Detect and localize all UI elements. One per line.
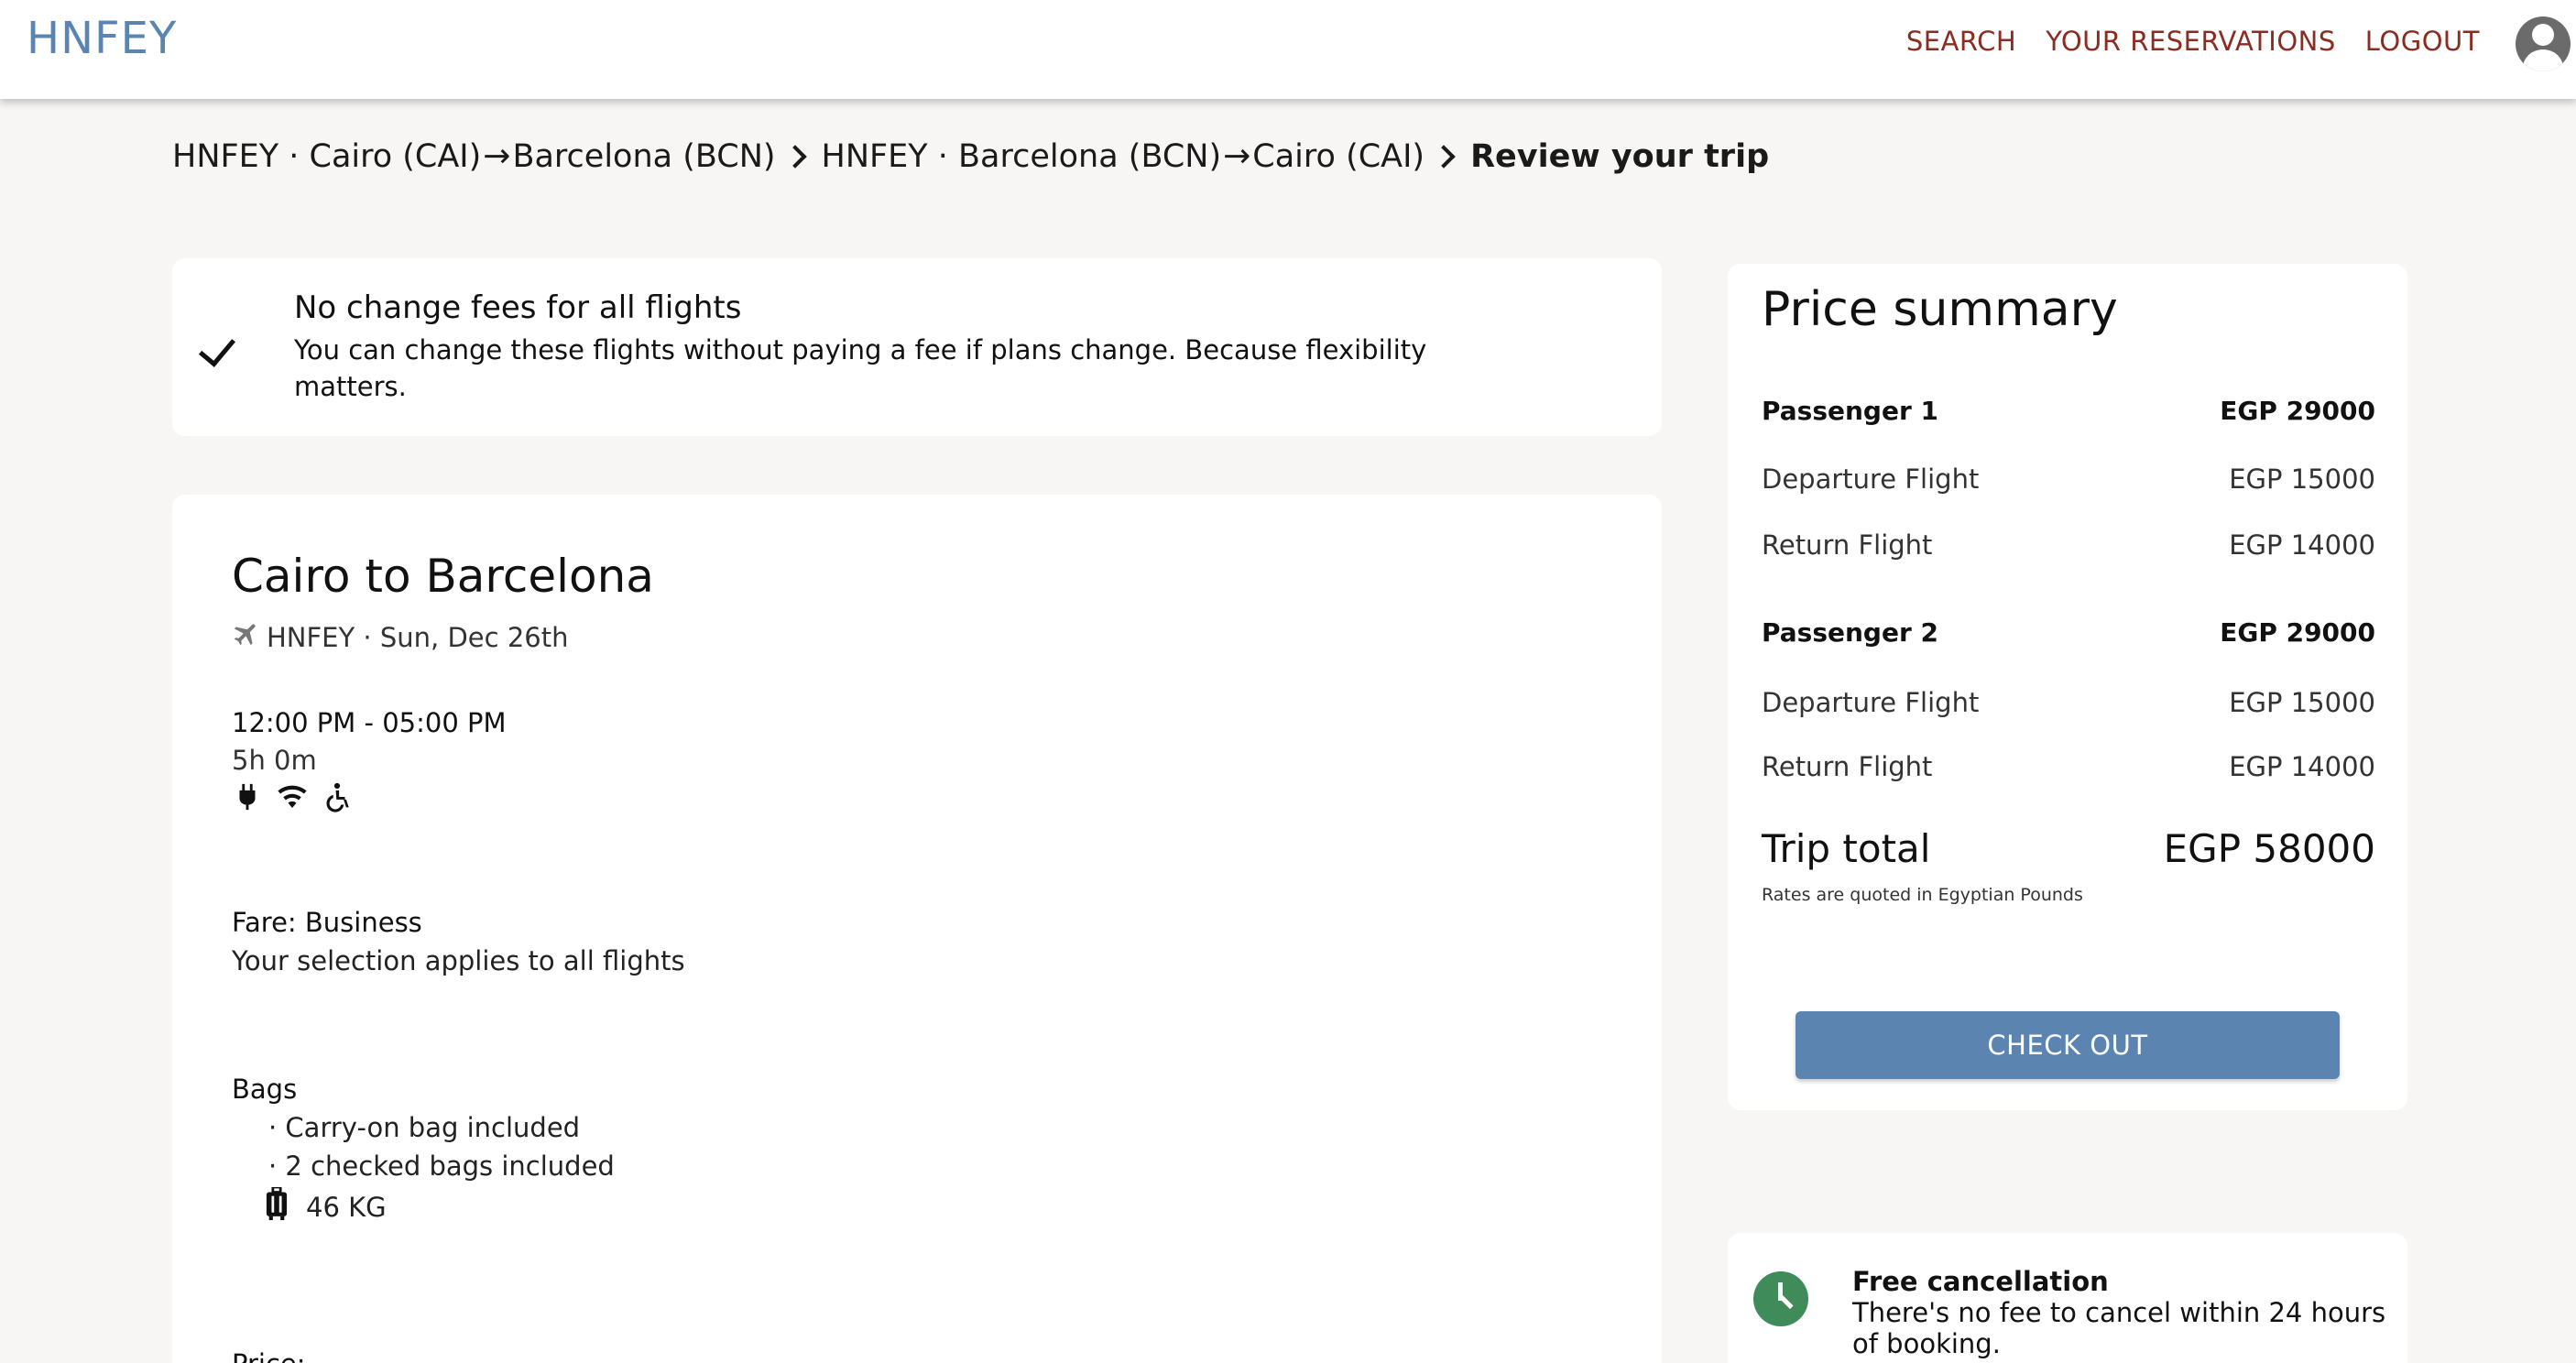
price-summary-title: Price summary — [1762, 282, 2118, 337]
return-flight-price: EGP 14000 — [2229, 529, 2375, 561]
no-change-fees-title: No change fees for all flights — [294, 289, 742, 326]
departure-flight-price: EGP 15000 — [2229, 463, 2375, 495]
checkmark-icon — [199, 329, 235, 367]
passenger-2-label: Passenger 2 — [1762, 617, 1938, 648]
amenities — [232, 780, 353, 817]
no-change-fees-card: No change fees for all flights You can c… — [172, 258, 1662, 436]
return-flight-label: Return Flight — [1762, 751, 1933, 782]
luggage-icon — [264, 1185, 289, 1227]
trip-total-row: Trip total EGP 58000 — [1762, 826, 2375, 871]
check-out-button[interactable]: CHECK OUT — [1796, 1011, 2340, 1079]
flight-airline-date-text: HNFEY · Sun, Dec 26th — [267, 621, 569, 653]
arrow-right-icon: → — [483, 137, 511, 175]
flight-times: 12:00 PM - 05:00 PM — [232, 707, 507, 738]
fare-class: Fare: Business — [232, 907, 422, 938]
top-navbar: HNFEY SEARCH YOUR RESERVATIONS LOGOUT — [0, 0, 2576, 99]
departure-flight-label: Departure Flight — [1762, 687, 1980, 718]
passenger-1-row: Passenger 1 EGP 29000 — [1762, 396, 2375, 426]
passenger-2-total: EGP 29000 — [2220, 617, 2375, 648]
flight-route-title: Cairo to Barcelona — [232, 550, 654, 603]
trip-total-label: Trip total — [1762, 826, 1931, 871]
no-change-fees-description: You can change these flights without pay… — [294, 334, 1427, 402]
breadcrumb-current: Review your trip — [1470, 137, 1770, 175]
price-summary-card: Price summary Passenger 1 EGP 29000 Depa… — [1728, 264, 2407, 1110]
bag-weight-text: 46 KG — [306, 1191, 387, 1223]
passenger-2-return-row: Return Flight EGP 14000 — [1762, 751, 2375, 782]
flight-airline-date: HNFEY · Sun, Dec 26th — [232, 619, 568, 655]
arrow-right-icon: → — [1223, 137, 1251, 175]
return-flight-price: EGP 14000 — [2229, 751, 2375, 782]
nav-search[interactable]: SEARCH — [1906, 26, 2016, 57]
breadcrumb-step-outbound-origin[interactable]: HNFEY · Cairo (CAI) — [172, 138, 481, 175]
return-flight-label: Return Flight — [1762, 529, 1933, 561]
passenger-1-label: Passenger 1 — [1762, 396, 1938, 426]
power-plug-icon — [232, 780, 263, 817]
flight-duration: 5h 0m — [232, 745, 317, 776]
passenger-1-departure-row: Departure Flight EGP 15000 — [1762, 463, 2375, 495]
chevron-right-icon — [1432, 144, 1456, 169]
free-cancellation-description: There's no fee to cancel within 24 hours… — [1852, 1297, 2386, 1359]
clock-icon — [1753, 1271, 1808, 1326]
bag-item-carry-on: · Carry-on bag included — [268, 1112, 581, 1143]
wheelchair-accessible-icon — [322, 780, 353, 817]
nav-logout[interactable]: LOGOUT — [2365, 26, 2480, 57]
departure-flight-label: Departure Flight — [1762, 463, 1980, 495]
flight-details-card: Cairo to Barcelona HNFEY · Sun, Dec 26th… — [172, 495, 1662, 1363]
price-label: Price: — [232, 1348, 306, 1363]
breadcrumb-step-outbound-dest[interactable]: Barcelona (BCN) — [512, 138, 775, 175]
main-nav: SEARCH YOUR RESERVATIONS LOGOUT — [1906, 26, 2480, 57]
breadcrumb-step-return-origin[interactable]: HNFEY · Barcelona (BCN) — [822, 138, 1222, 175]
logo[interactable]: HNFEY — [27, 13, 177, 64]
bag-item-checked: · 2 checked bags included — [268, 1150, 615, 1182]
passenger-2-departure-row: Departure Flight EGP 15000 — [1762, 687, 2375, 718]
airplane-icon — [232, 619, 261, 655]
passenger-2-row: Passenger 2 EGP 29000 — [1762, 617, 2375, 648]
breadcrumb: HNFEY · Cairo (CAI) → Barcelona (BCN) HN… — [172, 137, 1769, 175]
nav-your-reservations[interactable]: YOUR RESERVATIONS — [2046, 26, 2336, 57]
departure-flight-price: EGP 15000 — [2229, 687, 2375, 718]
chevron-right-icon — [782, 144, 807, 169]
passenger-1-return-row: Return Flight EGP 14000 — [1762, 529, 2375, 561]
free-cancellation-title: Free cancellation — [1852, 1266, 2109, 1297]
fare-note: Your selection applies to all flights — [232, 945, 685, 976]
passenger-1-total: EGP 29000 — [2220, 396, 2375, 426]
bags-title: Bags — [232, 1074, 298, 1105]
bag-weight: 46 KG — [264, 1185, 387, 1227]
rates-note: Rates are quoted in Egyptian Pounds — [1762, 885, 2083, 905]
wifi-icon — [274, 780, 311, 817]
trip-total-value: EGP 58000 — [2163, 826, 2375, 871]
free-cancellation-card: Free cancellation There's no fee to canc… — [1728, 1233, 2407, 1363]
avatar-icon[interactable] — [2516, 16, 2571, 71]
breadcrumb-step-return-dest[interactable]: Cairo (CAI) — [1252, 138, 1424, 175]
